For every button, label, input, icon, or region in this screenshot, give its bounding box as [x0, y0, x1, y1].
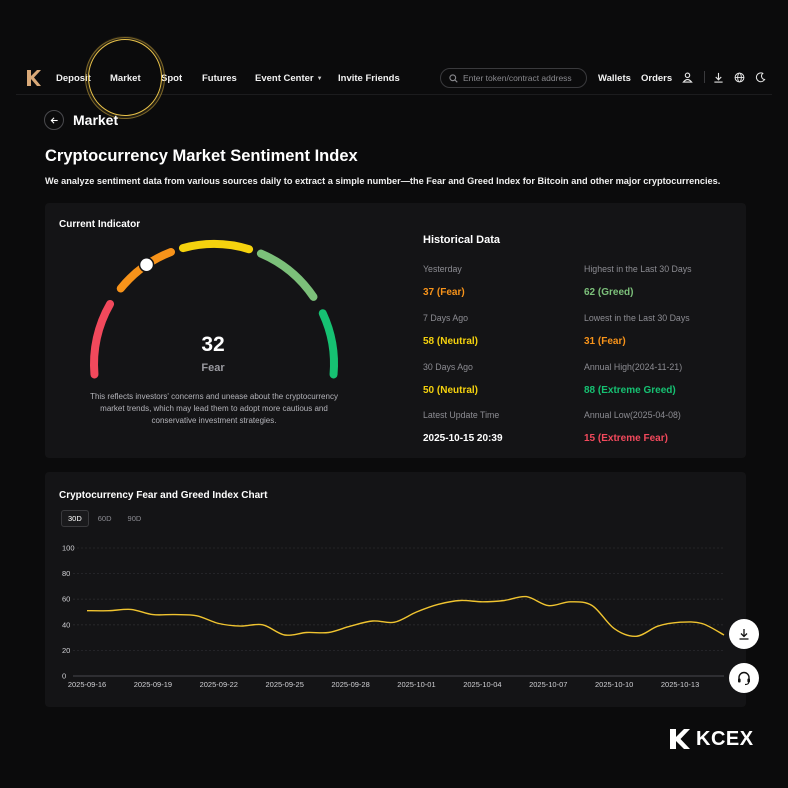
gauge-description: This reflects investors' concerns and un… [90, 392, 338, 425]
arrow-left-icon [50, 116, 58, 124]
nav-item-market[interactable]: Market [110, 62, 141, 95]
kcex-logo-icon[interactable] [26, 69, 42, 87]
x-tick-label: 2025-09-25 [266, 680, 304, 689]
search-box[interactable] [440, 68, 587, 88]
hd-7days-label: 7 Days Ago [423, 313, 468, 323]
range-tab-90d[interactable]: 90D [121, 510, 149, 527]
download-icon[interactable] [711, 70, 725, 84]
user-icon[interactable] [680, 70, 694, 84]
hd-30days-label: 30 Days Ago [423, 362, 473, 372]
gauge-segment-extreme-fear [90, 300, 115, 379]
hd-7days-value: 58 (Neutral) [423, 336, 479, 347]
hd-yesterday-value: 37 (Fear) [423, 287, 465, 298]
hd-lowest30-value: 31 (Fear) [584, 336, 626, 347]
kcex-logo-icon [670, 729, 690, 749]
page-description: We analyze sentiment data from various s… [45, 176, 721, 186]
hd-lowest30-label: Lowest in the Last 30 Days [584, 313, 690, 323]
range-tabs: 30D 60D 90D [61, 510, 150, 527]
gauge-segment-greed [256, 249, 318, 301]
hd-yesterday-label: Yesterday [423, 264, 462, 274]
nav-orders[interactable]: Orders [641, 62, 672, 95]
nav-divider [704, 71, 705, 83]
support-button[interactable] [729, 663, 759, 693]
series-line [86, 595, 725, 638]
nav-wallets[interactable]: Wallets [598, 62, 631, 95]
fear-greed-line-chart: 0 20 40 60 80 100 2025-09-16 2025-09-19 2025-09-… [62, 544, 725, 689]
y-tick-label: 0 [62, 672, 66, 681]
hd-annual-high-value: 88 (Extreme Greed) [584, 385, 676, 396]
hd-annual-high-label: Annual High(2024-11-21) [584, 362, 683, 372]
brand-name: KCEX [696, 727, 754, 750]
gauge-segment-extreme-greed [318, 309, 338, 379]
x-tick-label: 2025-09-16 [68, 680, 106, 689]
range-tab-60d[interactable]: 60D [91, 510, 119, 527]
hd-30days-value: 50 (Neutral) [423, 385, 479, 396]
caret-down-icon: ▼ [316, 75, 323, 82]
nav-item-invite-friends[interactable]: Invite Friends [338, 62, 400, 95]
x-tick-label: 2025-10-04 [463, 680, 501, 689]
current-indicator-title: Current Indicator [59, 219, 141, 230]
moon-icon[interactable] [753, 70, 767, 84]
historical-data-title: Historical Data [423, 234, 501, 246]
gauge-segment-neutral [178, 240, 254, 254]
search-input[interactable] [463, 73, 583, 83]
x-tick-label: 2025-10-01 [397, 680, 435, 689]
download-app-button[interactable] [729, 619, 759, 649]
x-tick-label: 2025-09-22 [200, 680, 238, 689]
x-tick-label: 2025-10-10 [595, 680, 633, 689]
x-tick-label: 2025-09-28 [331, 680, 369, 689]
nav-item-spot[interactable]: Spot [161, 62, 182, 95]
hd-annual-low-label: Annual Low(2025-04-08) [584, 410, 681, 420]
headset-icon [738, 671, 750, 686]
y-tick-label: 40 [62, 620, 70, 629]
nav-item-futures[interactable]: Futures [202, 62, 237, 95]
hd-annual-low-value: 15 (Extreme Fear) [584, 433, 668, 444]
chart-title: Cryptocurrency Fear and Greed Index Char… [59, 490, 268, 501]
page-title: Cryptocurrency Market Sentiment Index [45, 147, 358, 165]
kcex-brand-watermark: KCEX [668, 727, 754, 751]
y-tick-label: 80 [62, 569, 70, 578]
range-tab-30d[interactable]: 30D [61, 510, 89, 527]
y-tick-label: 20 [62, 646, 70, 655]
breadcrumb-market: Market [73, 112, 119, 128]
gauge-value: 32 [201, 333, 225, 356]
gauge-indicator-knob [138, 257, 155, 273]
nav-item-event-center[interactable]: Event Center ▼ [255, 62, 323, 95]
nav-item-deposit[interactable]: Deposit [56, 62, 91, 95]
download-icon [739, 629, 749, 640]
hd-update-label: Latest Update Time [423, 410, 500, 420]
x-tick-label: 2025-09-19 [134, 680, 172, 689]
x-tick-label: 2025-10-07 [529, 680, 567, 689]
y-tick-label: 100 [62, 544, 75, 553]
hd-update-value: 2025-10-15 20:39 [423, 433, 503, 444]
y-tick-label: 60 [62, 595, 70, 604]
gauge-label: Fear [201, 362, 225, 374]
hd-highest30-value: 62 (Greed) [584, 287, 634, 298]
hd-highest30-label: Highest in the Last 30 Days [584, 264, 692, 274]
back-button[interactable] [44, 110, 64, 130]
globe-icon[interactable] [732, 70, 746, 84]
x-tick-label: 2025-10-13 [661, 680, 699, 689]
search-icon [449, 73, 458, 83]
